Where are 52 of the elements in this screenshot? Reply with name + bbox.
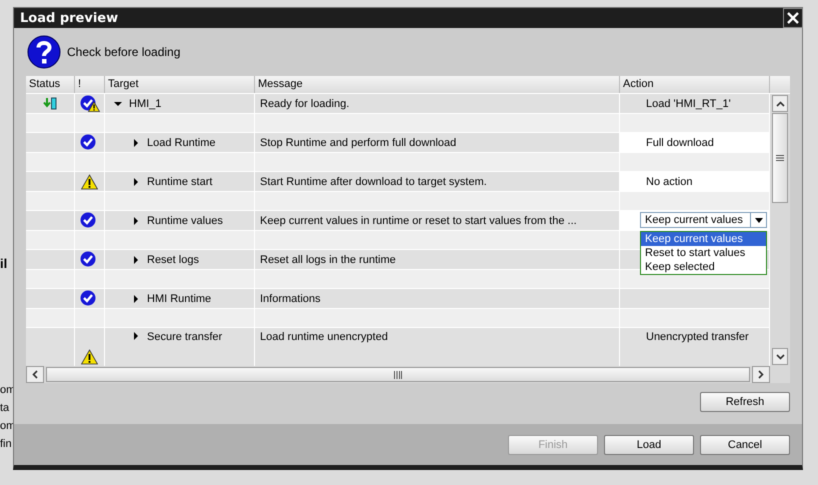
message-text: Start Runtime after download to target system. (260, 176, 487, 188)
target-name: Load Runtime (147, 136, 216, 148)
window-title: Load preview (19, 10, 118, 26)
target-name: HMI_1 (129, 98, 162, 110)
expand-arrow-icon[interactable] (131, 138, 141, 148)
target-name: Runtime values (147, 214, 223, 226)
vertical-scrollbar[interactable] (770, 94, 790, 366)
expand-arrow-icon[interactable] (131, 176, 141, 186)
dropdown-option[interactable]: Keep current values (641, 232, 766, 246)
background-text: ta (0, 401, 10, 416)
expand-arrow-icon[interactable] (131, 254, 141, 264)
target-name: HMI Runtime (147, 292, 212, 304)
message-text: Load runtime unencrypted (260, 331, 388, 343)
message-text: Reset all logs in the runtime (260, 254, 396, 266)
column-header[interactable]: Message (255, 76, 620, 93)
footer-button[interactable]: Load (604, 434, 694, 454)
dropdown-option[interactable]: Keep selected (641, 260, 766, 274)
expand-arrow-icon[interactable] (131, 216, 141, 226)
horizontal-scrollbar[interactable] (26, 366, 790, 383)
close-button[interactable] (783, 8, 803, 28)
footer-button[interactable]: Cancel (700, 434, 790, 454)
message-text: Ready for loading. (260, 98, 350, 110)
background-text: il (0, 255, 8, 273)
action-text[interactable]: No action (646, 176, 692, 188)
target-name: Runtime start (147, 176, 212, 188)
target-name: Reset logs (147, 254, 199, 266)
column-header[interactable]: Target (105, 76, 255, 93)
scroll-up-icon (776, 100, 784, 106)
message-text: Keep current values in runtime or reset to start values from the ... (260, 214, 577, 226)
header-text: Check before loading (67, 45, 180, 59)
action-text: Unencrypted transfer (646, 331, 749, 343)
column-header[interactable]: Action (620, 76, 770, 93)
question-icon (27, 35, 61, 69)
message-text: Informations (260, 292, 321, 304)
action-text: Load 'HMI_RT_1' (646, 98, 731, 110)
message-text: Stop Runtime and perform full download (260, 136, 456, 148)
column-header[interactable]: ! (75, 76, 105, 93)
scroll-right-icon (758, 370, 764, 379)
background-text: fin (0, 437, 13, 452)
expand-arrow-icon[interactable] (131, 331, 141, 341)
close-icon (786, 11, 800, 25)
action-dropdown[interactable]: Keep current values (640, 212, 767, 228)
expand-arrow-icon[interactable] (131, 294, 141, 304)
target-name: Secure transfer (147, 331, 222, 343)
scroll-left-icon (32, 370, 38, 379)
grip-icon (776, 155, 784, 161)
dropdown-arrow-icon (754, 218, 762, 222)
column-header[interactable]: Status (26, 76, 75, 93)
grip-icon (394, 370, 402, 378)
scroll-down-icon (776, 354, 784, 360)
refresh-button[interactable]: Refresh (700, 392, 790, 412)
dropdown-option[interactable]: Reset to start values (641, 246, 766, 260)
